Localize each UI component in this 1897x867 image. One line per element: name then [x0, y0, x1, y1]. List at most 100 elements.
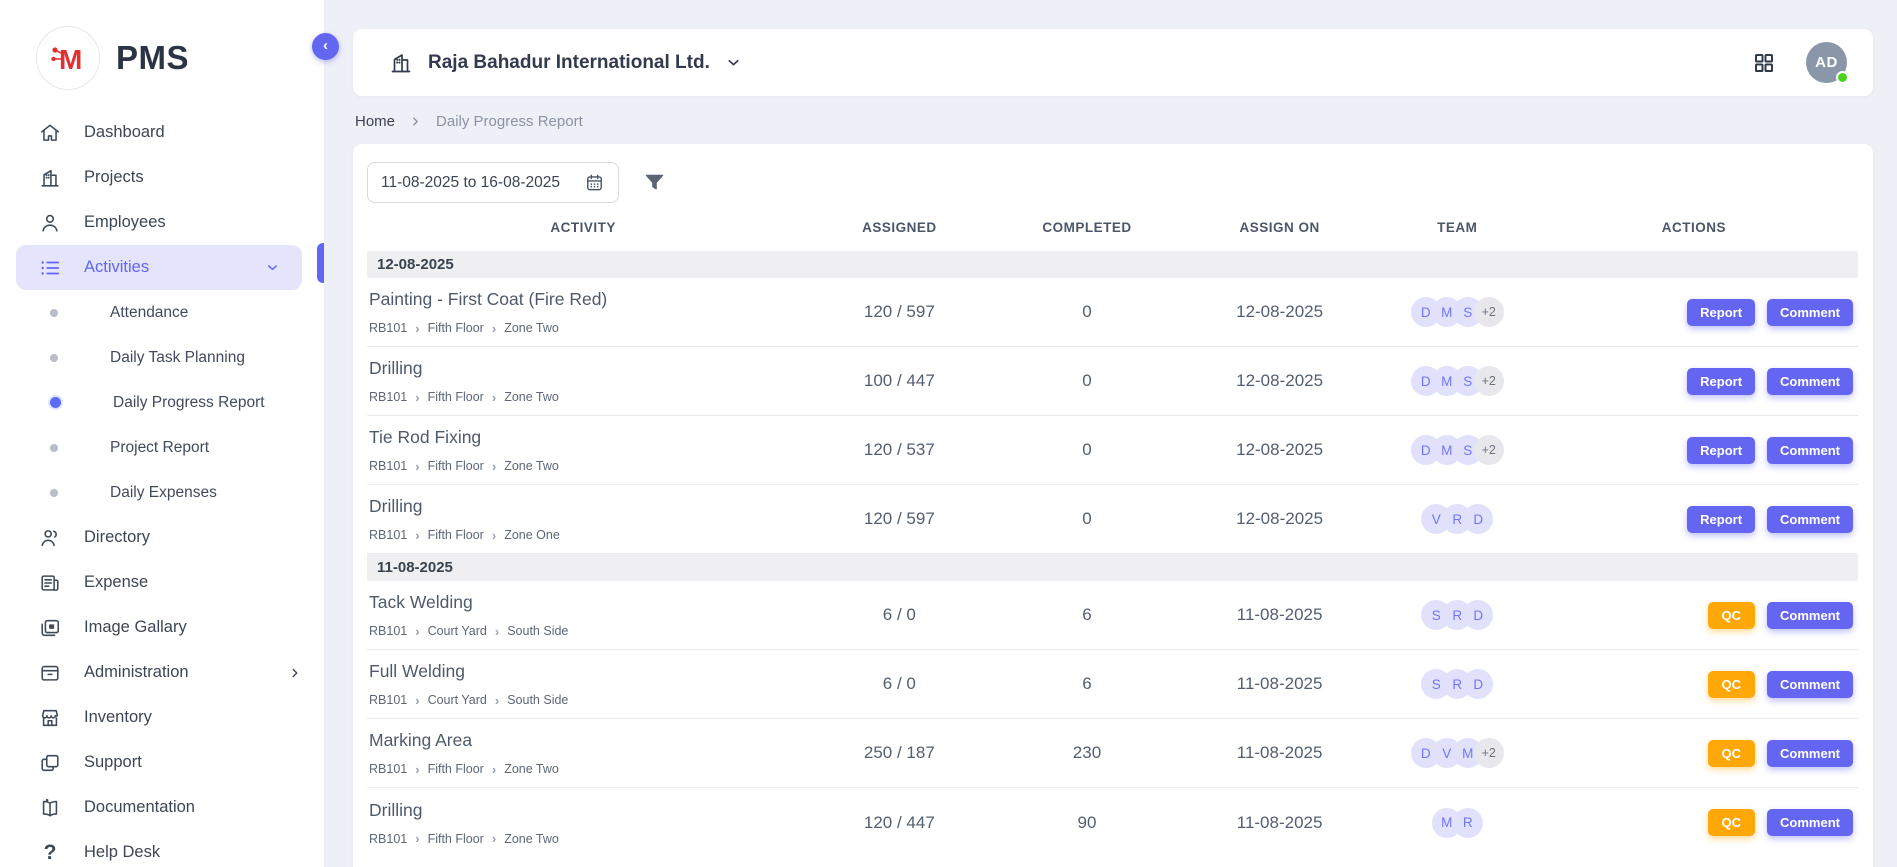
sidebar-item-dashboard[interactable]: Dashboard — [0, 110, 324, 155]
assign-on-date: 11-08-2025 — [1175, 605, 1385, 625]
filter-button[interactable] — [643, 171, 666, 194]
sidebar-collapse-button[interactable]: ‹ — [312, 33, 339, 60]
activity-location-path: RB101›Fifth Floor›Zone Two — [369, 762, 799, 776]
filter-row — [367, 157, 1858, 203]
breadcrumb-current: Daily Progress Report — [436, 113, 583, 130]
path-separator-icon: › — [415, 391, 419, 404]
activity-cell: Full Welding RB101›Court Yard›South Side — [367, 661, 799, 707]
sidebar-nav: Dashboard Projects Employees — [0, 110, 324, 867]
book-icon — [38, 796, 62, 820]
date-range-input[interactable] — [381, 174, 573, 192]
column-header-assigned: ASSIGNED — [799, 220, 999, 235]
comment-button[interactable]: Comment — [1767, 809, 1853, 836]
comment-button[interactable]: Comment — [1767, 602, 1853, 629]
team-avatars: DVM+2 — [1385, 738, 1530, 768]
activity-location-path: RB101›Fifth Floor›Zone One — [369, 528, 799, 542]
sidebar-item-label: Image Gallary — [84, 618, 187, 637]
sidebar-subitem-daily-task-planning[interactable]: Daily Task Planning — [0, 335, 324, 380]
table-row: Painting - First Coat (Fire Red) RB101›F… — [367, 278, 1858, 347]
activity-cell: Marking Area RB101›Fifth Floor›Zone Two — [367, 730, 799, 776]
sidebar-item-inventory[interactable]: Inventory — [0, 695, 324, 740]
team-more-avatar[interactable]: +2 — [1474, 435, 1504, 465]
path-item: RB101 — [369, 762, 407, 776]
comment-button[interactable]: Comment — [1767, 368, 1853, 395]
comment-button[interactable]: Comment — [1767, 740, 1853, 767]
path-separator-icon: › — [495, 694, 499, 707]
path-separator-icon: › — [415, 694, 419, 707]
people-icon — [38, 526, 62, 550]
user-avatar[interactable]: AD — [1806, 42, 1847, 83]
company-selector[interactable]: Raja Bahadur International Ltd. — [389, 51, 742, 75]
path-item: RB101 — [369, 832, 407, 846]
comment-button[interactable]: Comment — [1767, 506, 1853, 533]
sidebar-item-projects[interactable]: Projects — [0, 155, 324, 200]
comment-button[interactable]: Comment — [1767, 671, 1853, 698]
building-icon — [38, 166, 62, 190]
sidebar-item-label: Activities — [84, 258, 149, 277]
report-button[interactable]: Report — [1687, 299, 1755, 326]
path-item: RB101 — [369, 624, 407, 638]
sidebar-item-employees[interactable]: Employees — [0, 200, 324, 245]
activity-cell: Drilling RB101›Fifth Floor›Zone Two — [367, 358, 799, 404]
path-separator-icon: › — [415, 460, 419, 473]
activity-title: Tie Rod Fixing — [369, 427, 799, 448]
assign-on-date: 12-08-2025 — [1175, 302, 1385, 322]
report-button[interactable]: Report — [1687, 437, 1755, 464]
sidebar-subitem-attendance[interactable]: Attendance — [0, 290, 324, 335]
path-separator-icon: › — [492, 529, 496, 542]
activity-title: Marking Area — [369, 730, 799, 751]
qc-button[interactable]: QC — [1708, 602, 1756, 629]
sidebar-item-help-desk[interactable]: ? Help Desk — [0, 830, 324, 867]
table-body: 12-08-2025 Painting - First Coat (Fire R… — [367, 251, 1858, 857]
date-group-header: 11-08-2025 — [367, 554, 1858, 581]
qc-button[interactable]: QC — [1708, 809, 1756, 836]
group-date-label: 11-08-2025 — [377, 559, 453, 576]
sidebar-item-label: Administration — [84, 663, 189, 682]
report-button[interactable]: Report — [1687, 368, 1755, 395]
column-header-actions: ACTIONS — [1530, 220, 1858, 235]
path-separator-icon: › — [492, 763, 496, 776]
path-item: Zone One — [504, 528, 560, 542]
path-separator-icon: › — [492, 832, 496, 845]
sidebar-item-expense[interactable]: Expense — [0, 560, 324, 605]
path-item: RB101 — [369, 459, 407, 473]
sidebar-item-documentation[interactable]: Documentation — [0, 785, 324, 830]
path-separator-icon: › — [492, 460, 496, 473]
path-separator-icon: › — [415, 322, 419, 335]
qc-button[interactable]: QC — [1708, 740, 1756, 767]
completed-value: 0 — [999, 440, 1174, 460]
sidebar-item-support[interactable]: Support — [0, 740, 324, 785]
completed-value: 230 — [999, 743, 1174, 763]
path-item: Zone Two — [504, 321, 559, 335]
assign-on-date: 12-08-2025 — [1175, 371, 1385, 391]
path-separator-icon: › — [492, 322, 496, 335]
team-member-avatar: D — [1463, 669, 1493, 699]
team-avatars: DMS+2 — [1385, 297, 1530, 327]
qc-button[interactable]: QC — [1708, 671, 1756, 698]
assigned-value: 250 / 187 — [799, 743, 999, 763]
apps-grid-button[interactable] — [1752, 51, 1776, 75]
assigned-value: 100 / 447 — [799, 371, 999, 391]
comment-button[interactable]: Comment — [1767, 437, 1853, 464]
team-more-avatar[interactable]: +2 — [1474, 738, 1504, 768]
team-more-avatar[interactable]: +2 — [1474, 366, 1504, 396]
activity-location-path: RB101›Court Yard›South Side — [369, 693, 799, 707]
completed-value: 90 — [999, 813, 1174, 833]
sidebar-subitem-daily-expenses[interactable]: Daily Expenses — [0, 470, 324, 515]
sidebar-item-image-gallery[interactable]: Image Gallary — [0, 605, 324, 650]
column-header-team: TEAM — [1385, 220, 1530, 235]
team-more-avatar[interactable]: +2 — [1474, 297, 1504, 327]
breadcrumb: Home Daily Progress Report — [353, 96, 1873, 144]
sidebar-item-directory[interactable]: Directory — [0, 515, 324, 560]
activity-location-path: RB101›Fifth Floor›Zone Two — [369, 390, 799, 404]
report-button[interactable]: Report — [1687, 506, 1755, 533]
app-title: PMS — [116, 39, 189, 77]
sidebar-subitem-daily-progress-report[interactable]: Daily Progress Report — [0, 380, 324, 425]
date-range-picker[interactable] — [367, 162, 619, 203]
breadcrumb-home-link[interactable]: Home — [355, 113, 395, 130]
sidebar-item-activities[interactable]: Activities — [16, 245, 302, 290]
svg-text:M: M — [59, 44, 82, 75]
comment-button[interactable]: Comment — [1767, 299, 1853, 326]
sidebar-item-administration[interactable]: Administration — [0, 650, 324, 695]
sidebar-subitem-project-report[interactable]: Project Report — [0, 425, 324, 470]
